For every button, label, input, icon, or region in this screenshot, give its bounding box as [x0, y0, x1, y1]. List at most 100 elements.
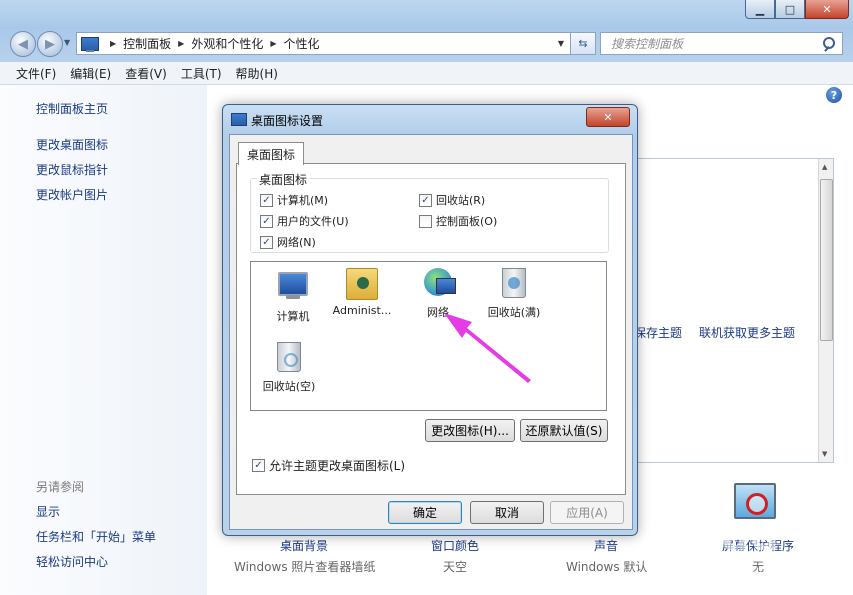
back-button[interactable]: ◀: [10, 31, 36, 57]
link-desktop-background[interactable]: 桌面背景: [280, 537, 328, 554]
link-change-desktop-icons[interactable]: 更改桌面图标: [36, 136, 108, 153]
checkbox-box[interactable]: ✓: [260, 193, 273, 207]
scroll-thumb[interactable]: [820, 179, 833, 341]
recycle-bin-full-icon: [502, 268, 526, 298]
dialog-title: 桌面图标设置: [251, 114, 324, 128]
breadcrumb-control-panel[interactable]: 控制面板: [123, 35, 171, 52]
link-change-mouse-pointers[interactable]: 更改鼠标指针: [36, 161, 108, 178]
theme-scrollbar[interactable]: ▲ ▼: [818, 159, 833, 462]
desktop-icon: [231, 113, 247, 126]
chevron-right-icon[interactable]: ▶: [270, 39, 276, 48]
scroll-down-icon[interactable]: ▼: [822, 450, 827, 458]
desktop-background-value: Windows 照片查看器墙纸: [234, 560, 376, 574]
recycle-bin-empty-icon: [277, 342, 301, 372]
link-display[interactable]: 显示: [36, 503, 60, 520]
link-change-account-picture[interactable]: 更改帐户图片: [36, 186, 108, 203]
checkbox-box[interactable]: ✓: [252, 459, 265, 472]
refresh-icon: ⇆: [578, 37, 588, 50]
menu-file[interactable]: 文件(F): [16, 65, 56, 82]
icon-label: Administ...: [332, 304, 392, 317]
refresh-button[interactable]: ⇆: [570, 32, 596, 55]
icon-label: 网络: [427, 306, 449, 319]
checkbox-allow-themes[interactable]: ✓ 允许主题更改桌面图标(L): [252, 457, 405, 474]
checkbox-recycle-bin[interactable]: ✓ 回收站(R): [419, 192, 485, 208]
link-window-color[interactable]: 窗口颜色: [431, 537, 479, 554]
checkbox-computer[interactable]: ✓ 计算机(M): [260, 192, 328, 208]
address-bar[interactable]: ▶ 控制面板 ▶ 外观和个性化 ▶ 个性化 ▼: [76, 32, 571, 55]
search-input[interactable]: 搜索控制面板: [600, 32, 843, 55]
checkbox-label: 用户的文件(U): [277, 215, 349, 228]
group-label: 桌面图标: [257, 171, 310, 188]
chevron-right-icon[interactable]: ▶: [110, 39, 116, 48]
control-panel-icon: [81, 36, 99, 52]
dialog-body: 桌面图标 桌面图标 ✓ 计算机(M) ✓ 回收站(R) ✓ 用户的文件(U) 控制面板…: [229, 134, 633, 530]
svg-text:jingyan.baidu.com: jingyan.baidu.com: [659, 564, 780, 579]
menu-edit[interactable]: 编辑(E): [70, 65, 111, 82]
breadcrumb-personalization[interactable]: 个性化: [284, 35, 320, 52]
left-pane: 控制面板主页 更改桌面图标 更改鼠标指针 更改帐户图片 另请参阅 显示 任务栏和…: [0, 85, 207, 595]
ok-button[interactable]: 确定: [388, 501, 462, 524]
scroll-up-icon[interactable]: ▲: [822, 163, 827, 171]
list-item-computer[interactable]: 计算机: [258, 268, 328, 324]
window-controls: ▁ □ ✕: [745, 0, 849, 19]
checkbox-label: 允许主题更改桌面图标(L): [269, 459, 406, 473]
icon-label: 计算机: [276, 310, 310, 323]
checkbox-control-panel[interactable]: 控制面板(O): [419, 213, 497, 229]
list-item-recycle-bin-full[interactable]: 回收站(满): [479, 268, 549, 320]
list-item-network[interactable]: 网络: [403, 268, 473, 320]
sounds-value: Windows 默认: [566, 560, 648, 574]
link-control-panel-home[interactable]: 控制面板主页: [36, 100, 108, 117]
checkbox-box[interactable]: [419, 214, 432, 228]
user-folder-icon: [346, 268, 378, 300]
help-icon[interactable]: ?: [826, 87, 842, 103]
checkbox-box[interactable]: ✓: [419, 193, 432, 207]
cancel-button[interactable]: 取消: [470, 501, 544, 524]
menu-tools[interactable]: 工具(T): [181, 65, 222, 82]
desktop-icon-settings-dialog: 桌面图标设置 ✕ 桌面图标 桌面图标 ✓ 计算机(M) ✓ 回收站(R) ✓ 用户的文…: [222, 104, 638, 536]
link-save-theme[interactable]: 保存主题: [634, 324, 682, 341]
chevron-right-icon[interactable]: ▶: [178, 39, 184, 48]
checkbox-box[interactable]: ✓: [260, 235, 273, 249]
close-button[interactable]: ✕: [805, 0, 849, 19]
link-sounds[interactable]: 声音: [594, 537, 618, 554]
change-icon-button[interactable]: 更改图标(H)...: [425, 419, 515, 442]
checkbox-user-files[interactable]: ✓ 用户的文件(U): [260, 213, 349, 229]
checkbox-label: 计算机(M): [277, 194, 329, 207]
forward-button[interactable]: ▶: [37, 31, 63, 57]
menu-view[interactable]: 查看(V): [125, 65, 167, 82]
svg-text:Baidu: Baidu: [650, 514, 778, 560]
desktop-icons-group: 桌面图标 ✓ 计算机(M) ✓ 回收站(R) ✓ 用户的文件(U) 控制面板(O) ✓…: [250, 171, 609, 253]
icon-list[interactable]: 计算机 Administ... 网络 回收站(满) 回收站(空): [250, 261, 607, 411]
list-item-recycle-bin-empty[interactable]: 回收站(空): [254, 342, 324, 394]
theme-list[interactable]: ▲ ▼: [620, 158, 834, 463]
icon-label: 回收站(满): [487, 306, 541, 319]
network-icon: [424, 268, 456, 296]
navigation-bar: ◀ ▶ ▼ ▶ 控制面板 ▶ 外观和个性化 ▶ 个性化 ▼ ⇆ 搜索控制面板: [0, 28, 853, 58]
search-placeholder: 搜索控制面板: [611, 37, 684, 51]
search-icon[interactable]: [822, 36, 836, 51]
window-color-value: 天空: [443, 560, 468, 574]
link-taskbar-start-menu[interactable]: 任务栏和「开始」菜单: [36, 528, 156, 545]
list-item-user-files[interactable]: Administ...: [327, 268, 397, 317]
close-icon: ✕: [603, 110, 613, 124]
checkbox-box[interactable]: ✓: [260, 214, 273, 228]
tab-desktop-icons[interactable]: 桌面图标: [238, 142, 305, 165]
dialog-title-bar[interactable]: 桌面图标设置 ✕: [223, 105, 637, 133]
maximize-button[interactable]: □: [775, 0, 805, 19]
computer-icon: [278, 272, 308, 299]
apply-button[interactable]: 应用(A): [550, 501, 624, 524]
breadcrumb-appearance[interactable]: 外观和个性化: [191, 35, 263, 52]
link-ease-of-access[interactable]: 轻松访问中心: [36, 553, 108, 570]
checkbox-network[interactable]: ✓ 网络(N): [260, 234, 316, 250]
tab-panel: 桌面图标 ✓ 计算机(M) ✓ 回收站(R) ✓ 用户的文件(U) 控制面板(O) ✓…: [236, 163, 626, 495]
menu-help[interactable]: 帮助(H): [236, 65, 278, 82]
minimize-button[interactable]: ▁: [745, 0, 775, 19]
dialog-close-button[interactable]: ✕: [586, 107, 630, 127]
recent-pages-dropdown[interactable]: ▼: [64, 38, 70, 47]
chevron-down-icon[interactable]: ▼: [558, 39, 564, 48]
menu-bar: 文件(F) 编辑(E) 查看(V) 工具(T) 帮助(H): [0, 62, 853, 85]
link-get-more-themes[interactable]: 联机获取更多主题: [699, 324, 795, 341]
watermark-logo: Baidu jingyan.baidu.com: [650, 514, 780, 579]
see-also-heading: 另请参阅: [36, 480, 85, 494]
restore-default-button[interactable]: 还原默认值(S): [520, 419, 608, 442]
